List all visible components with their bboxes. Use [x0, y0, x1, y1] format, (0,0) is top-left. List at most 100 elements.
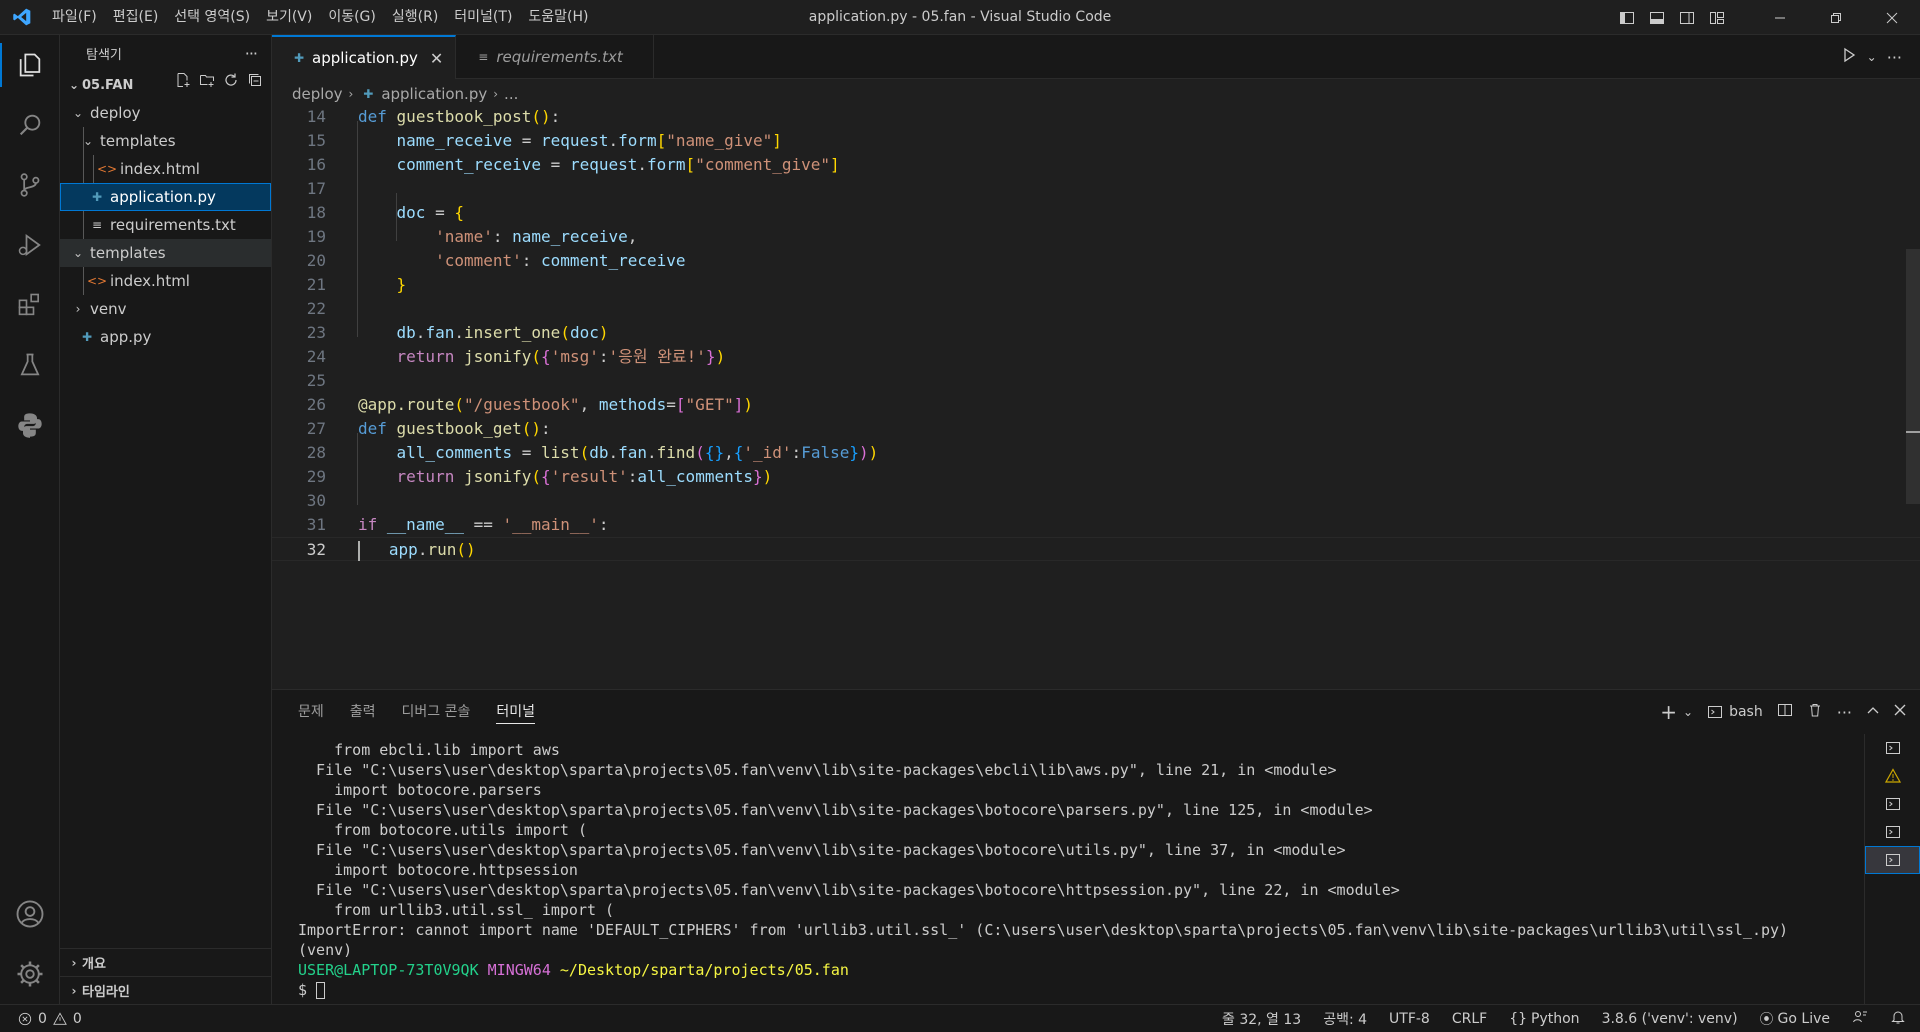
tree-folder-templates[interactable]: ⌄ templates [60, 239, 271, 267]
refresh-icon[interactable] [223, 72, 239, 92]
toggle-primary-sidebar-icon[interactable] [1612, 0, 1642, 35]
explorer-icon[interactable] [0, 35, 60, 95]
close-panel-icon[interactable] [1894, 704, 1906, 720]
menu-view[interactable]: 보기(V) [258, 0, 320, 35]
tab-requirements-txt[interactable]: ≡ requirements.txt [456, 35, 654, 79]
terminal-line: import botocore.parsers [298, 781, 542, 799]
tab-application-py[interactable]: ✚ application.py ✕ [272, 35, 457, 79]
outline-label: 개요 [82, 957, 106, 972]
notifications-bell-icon[interactable] [1890, 1009, 1906, 1029]
text-cursor [358, 540, 360, 561]
code-line: 31 if __name__ == '__main__': [306, 515, 609, 534]
terminal-tabs-list [1864, 734, 1920, 1005]
menu-go[interactable]: 이동(G) [320, 0, 384, 35]
source-control-icon[interactable] [0, 155, 60, 215]
tree-file-requirements-txt[interactable]: ≡ requirements.txt [60, 211, 271, 239]
text-file-icon: ≡ [478, 50, 489, 64]
new-file-icon[interactable] [175, 72, 191, 92]
tree-file-index-html-deploy[interactable]: <> index.html [60, 155, 271, 183]
terminal-shell-selector[interactable]: bash [1707, 704, 1763, 720]
chevron-down-icon[interactable]: ⌄ [1683, 705, 1693, 719]
code-editor[interactable]: 14 def guestbook_post(): 15 name_receive … [272, 109, 1920, 689]
python-icon[interactable] [0, 395, 60, 455]
run-and-debug-icon[interactable] [0, 215, 60, 275]
tab-problems[interactable]: 문제 [298, 690, 324, 734]
chevron-down-icon[interactable]: ⌄ [1867, 50, 1877, 64]
warning-count: 0 [72, 1010, 82, 1027]
file-encoding[interactable]: UTF-8 [1389, 1011, 1430, 1027]
toggle-panel-icon[interactable] [1642, 0, 1672, 35]
code-line: 30 [306, 491, 326, 510]
tree-file-application-py[interactable]: ✚ application.py [60, 183, 271, 211]
code-line: 25 [306, 371, 326, 390]
tab-output[interactable]: 출력 [350, 690, 376, 734]
more-actions-icon[interactable]: ··· [1837, 703, 1852, 722]
breadcrumb-symbol[interactable]: ... [504, 85, 518, 103]
indent-guide [93, 155, 94, 183]
menu-terminal[interactable]: 터미널(T) [446, 0, 520, 35]
workspace-root[interactable]: ⌄ 05.FAN [60, 71, 271, 99]
tree-folder-deploy[interactable]: ⌄ deploy [60, 99, 271, 127]
indentation[interactable]: 공백: 4 [1323, 1009, 1367, 1029]
close-tab-icon[interactable]: ✕ [430, 49, 443, 68]
tab-debug-console[interactable]: 디버그 콘솔 [402, 690, 471, 734]
extensions-icon[interactable] [0, 275, 60, 335]
menu-run[interactable]: 실행(R) [384, 0, 446, 35]
prompt-user: USER@LAPTOP-73T0V9QK [298, 961, 479, 979]
menu-selection[interactable]: 선택 영역(S) [166, 0, 258, 35]
close-window-icon[interactable] [1864, 0, 1920, 35]
new-terminal-icon[interactable]: + [1660, 700, 1677, 724]
python-file-icon: ✚ [293, 51, 305, 65]
terminal-instance-icon[interactable] [1865, 818, 1920, 846]
split-terminal-icon[interactable] [1777, 702, 1793, 722]
new-folder-icon[interactable] [199, 72, 215, 92]
outline-section[interactable]: › 개요 [60, 948, 272, 976]
broadcast-icon: ⦿ [1759, 1012, 1774, 1028]
code-line: 15 name_receive = request.form["name_giv… [306, 131, 782, 150]
manage-gear-icon[interactable] [0, 944, 60, 1004]
menu-file[interactable]: 파일(F) [44, 0, 105, 35]
breadcrumb-file[interactable]: application.py [381, 85, 487, 103]
tree-folder-venv[interactable]: › venv [60, 295, 271, 323]
search-icon[interactable] [0, 95, 60, 155]
tree-file-app-py[interactable]: ✚ app.py [60, 323, 271, 351]
title-bar: 파일(F) 편집(E) 선택 영역(S) 보기(V) 이동(G) 실행(R) 터… [0, 0, 1920, 35]
tree-folder-templates-deploy[interactable]: ⌄ templates [60, 127, 271, 155]
problems-status[interactable]: 0 0 [0, 1011, 82, 1027]
feedback-icon[interactable] [1852, 1009, 1868, 1029]
run-python-file-icon[interactable] [1841, 47, 1857, 67]
menu-edit[interactable]: 편집(E) [105, 0, 167, 35]
terminal-instance-icon[interactable] [1865, 846, 1920, 874]
tree-item-label: templates [100, 132, 176, 150]
timeline-section[interactable]: › 타임라인 [60, 976, 272, 1004]
end-of-line[interactable]: CRLF [1452, 1011, 1487, 1027]
tree-file-index-html[interactable]: <> index.html [60, 267, 271, 295]
explorer-more-actions[interactable]: ··· [245, 44, 258, 63]
accounts-icon[interactable] [0, 884, 60, 944]
customize-layout-icon[interactable] [1702, 0, 1732, 35]
tree-item-label: app.py [100, 328, 152, 346]
more-actions-icon[interactable]: ··· [1887, 48, 1902, 67]
tab-terminal[interactable]: 터미널 [496, 690, 535, 734]
terminal-instance-icon[interactable] [1865, 734, 1920, 762]
terminal-output[interactable]: from ebcli.lib import aws File "C:\users… [298, 740, 1858, 1000]
python-interpreter[interactable]: 3.8.6 ('venv': venv) [1602, 1011, 1738, 1027]
toggle-secondary-sidebar-icon[interactable] [1672, 0, 1702, 35]
language-mode[interactable]: {} Python [1509, 1011, 1579, 1027]
restore-icon[interactable] [1808, 0, 1864, 35]
tree-item-label: application.py [110, 188, 216, 206]
editor-scrollbar[interactable] [1906, 249, 1920, 504]
menu-help[interactable]: 도움말(H) [520, 0, 596, 35]
testing-icon[interactable] [0, 335, 60, 395]
code-line: 27 def guestbook_get(): [306, 419, 551, 438]
breadcrumb-folder[interactable]: deploy [292, 85, 343, 103]
terminal-instance-icon[interactable] [1865, 790, 1920, 818]
warning-icon[interactable] [1865, 762, 1920, 790]
minimize-icon[interactable] [1752, 0, 1808, 35]
collapse-all-icon[interactable] [247, 72, 263, 92]
go-live-button[interactable]: ⦿ Go Live [1760, 1009, 1830, 1029]
cursor-position[interactable]: 줄 32, 열 13 [1222, 1009, 1301, 1029]
trash-icon[interactable] [1807, 702, 1823, 722]
maximize-panel-icon[interactable] [1866, 703, 1880, 721]
terminal-input-line[interactable]: $ [298, 980, 1858, 1000]
